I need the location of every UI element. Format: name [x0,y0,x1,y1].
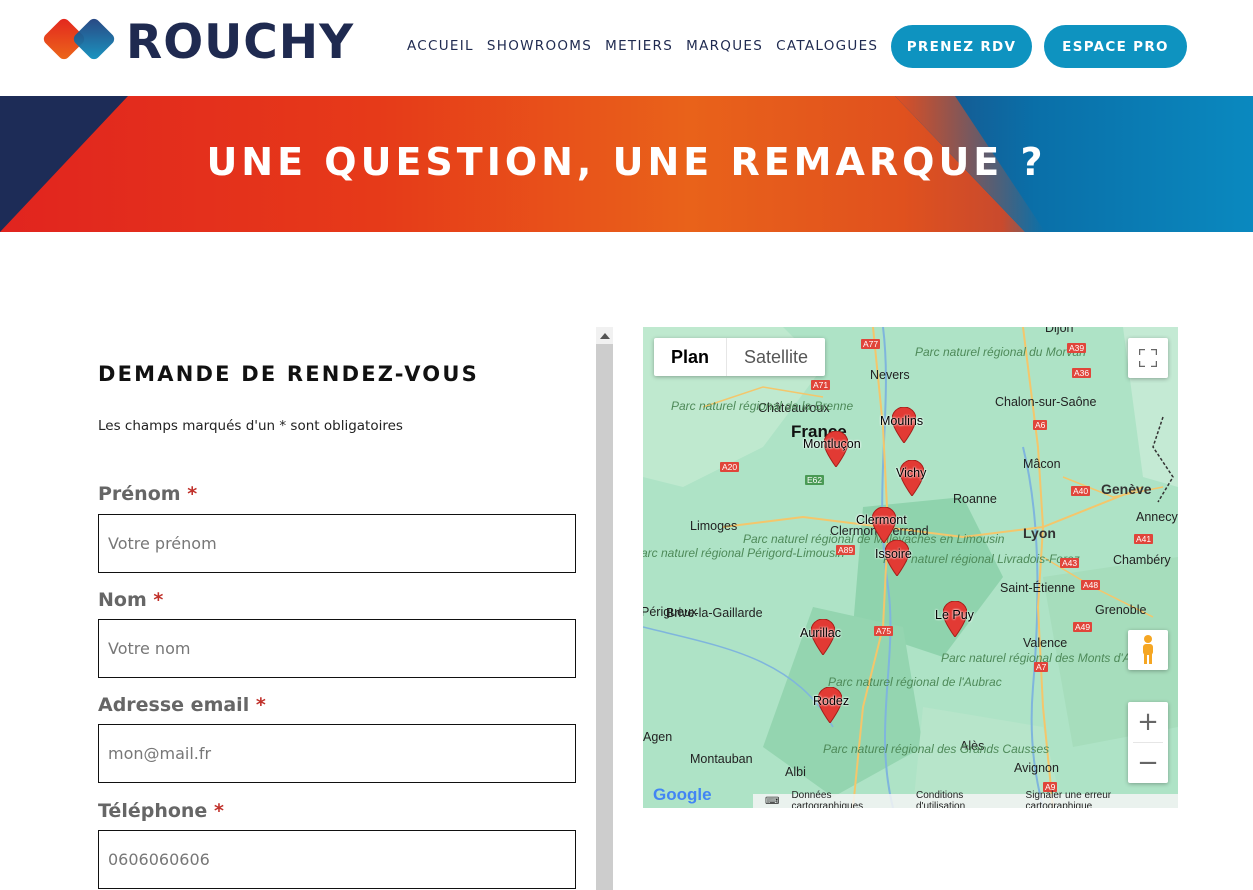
zoom-control: + − [1128,702,1168,783]
map-park-millevaches: Parc naturel régional de Millevaches en … [743,532,1004,546]
marker-label-rodez: Rodez [813,694,850,708]
road-a71: A71 [811,380,831,390]
brand-name: ROUCHY [126,14,355,70]
nav-metiers[interactable]: METIERS [605,38,673,54]
map-label-avignon: Avignon [1014,761,1059,775]
required-mark: * [187,483,198,505]
map-label-geneve: Genève [1101,481,1152,497]
pegman-icon [1143,635,1153,664]
fullscreen-icon [1139,349,1157,367]
road-a40: A40 [1071,486,1091,496]
main-nav: ACCUEIL SHOWROOMS METIERS MARQUES CATALO… [407,38,891,54]
marker-label-clermont: Clermont [856,513,907,527]
page-title: UNE QUESTION, UNE REMARQUE ? [206,140,1047,184]
required-mark: * [255,694,266,716]
road-a36: A36 [1072,368,1092,378]
map-label-albi: Albi [785,765,806,779]
road-a43: A43 [1060,558,1080,568]
required-mark: * [153,589,164,611]
keyboard-icon[interactable]: ⌨ [765,796,779,807]
road-e62: E62 [805,475,825,485]
google-logo-text: Google [653,785,712,804]
required-mark: * [213,800,224,822]
marker-label-montlucon: Montluçon [803,437,861,451]
prenez-rdv-button[interactable]: PRENEZ RDV [891,25,1032,68]
map-label-valence: Valence [1023,636,1068,650]
map-label-montauban: Montauban [690,752,753,766]
nom-input[interactable] [98,619,576,678]
road-a48: A48 [1081,580,1101,590]
form-title: DEMANDE DE RENDEZ-VOUS [98,362,479,386]
map-label-saint-etienne: Saint-Étienne [1000,581,1076,595]
road-a77: A77 [861,339,881,349]
marker-label-le-puy: Le Puy [935,608,974,622]
email-input[interactable] [98,724,576,783]
nav-marques[interactable]: MARQUES [686,38,763,54]
prenom-input[interactable] [98,514,576,573]
map-park-causses: Parc naturel régional des Grands Causses [823,742,1049,756]
prenom-label: Prénom * [98,483,197,505]
field-label-text: Adresse email [98,694,250,716]
fullscreen-button[interactable] [1128,338,1168,378]
zoom-out-button[interactable]: − [1128,743,1168,783]
map-type-plan-button[interactable]: Plan [654,338,726,376]
map-label-limoges: Limoges [690,519,738,533]
terms-link[interactable]: Conditions d'utilisation [916,790,1014,808]
map-park-perigord: Parc naturel régional Périgord-Limousin [643,547,844,560]
street-view-button[interactable] [1128,630,1168,670]
map-data-link[interactable]: Données cartographiques [791,790,904,808]
road-a6: A6 [1033,420,1048,430]
map-label-lyon: Lyon [1023,525,1056,541]
email-label: Adresse email * [98,694,266,716]
hero-banner: UNE QUESTION, UNE REMARQUE ? [0,96,1253,232]
map-label-agen: Agen [643,730,673,744]
scroll-up-arrow-icon[interactable] [596,327,613,344]
road-a41: A41 [1134,534,1154,544]
map-label-roanne: Roanne [953,492,997,506]
map-park-ardeche: Parc naturel régional des Monts d'Ardèch… [941,652,1167,665]
map-label-grenoble: Grenoble [1095,603,1147,617]
map-label-dijon: Dijon [1045,327,1074,335]
report-error-link[interactable]: Signaler une erreur cartographique [1026,790,1178,808]
marker-label-aurillac: Aurillac [800,626,841,640]
road-a7: A7 [1034,662,1049,672]
map-type-satellite-button[interactable]: Satellite [727,338,825,376]
road-a20: A20 [720,462,740,472]
marker-label-vichy: Vichy [896,466,927,480]
form-required-note: Les champs marqués d'un * sont obligatoi… [98,418,403,434]
road-a89: A89 [836,545,856,555]
google-map[interactable]: Dijon Nevers Châteauroux France Chalon-s… [643,327,1178,808]
espace-pro-button[interactable]: ESPACE PRO [1044,25,1187,68]
field-label-text: Nom [98,589,147,611]
road-a39: A39 [1067,343,1087,353]
marker-label-moulins: Moulins [880,414,924,428]
map-label-perigueux: Périgueux [643,605,698,619]
google-logo: Google [653,785,712,805]
map-label-chalon: Chalon-sur-Saône [995,395,1097,409]
field-label-text: Téléphone [98,800,208,822]
map-type-control: Plan Satellite [654,338,826,376]
field-label-text: Prénom [98,483,181,505]
telephone-input[interactable] [98,830,576,889]
site-header: ROUCHY ACCUEIL SHOWROOMS METIERS MARQUES… [0,0,1253,96]
marker-label-issoire: Issoire [875,547,912,561]
logo-mark-icon [43,18,115,60]
map-label-annecy: Annecy [1136,510,1178,524]
nav-accueil[interactable]: ACCUEIL [407,38,474,54]
nav-showrooms[interactable]: SHOWROOMS [487,38,592,54]
map-footer: ⌨ Données cartographiques Conditions d'u… [753,790,1178,808]
map-park-morvan: Parc naturel régional du Morvan [915,345,1086,359]
map-label-macon: Mâcon [1023,457,1061,471]
map-label-chambery: Chambéry [1113,553,1171,567]
road-a75: A75 [874,626,894,636]
nav-catalogues[interactable]: CATALOGUES [776,38,878,54]
nom-label: Nom * [98,589,163,611]
road-a49: A49 [1073,622,1093,632]
telephone-label: Téléphone * [98,800,224,822]
map-label-nevers: Nevers [870,368,910,382]
form-scrollbar[interactable] [596,327,613,890]
zoom-in-button[interactable]: + [1128,702,1168,742]
map-park-brenne: Parc naturel régional de la Brenne [671,399,853,413]
brand-logo[interactable]: ROUCHY [42,12,354,72]
